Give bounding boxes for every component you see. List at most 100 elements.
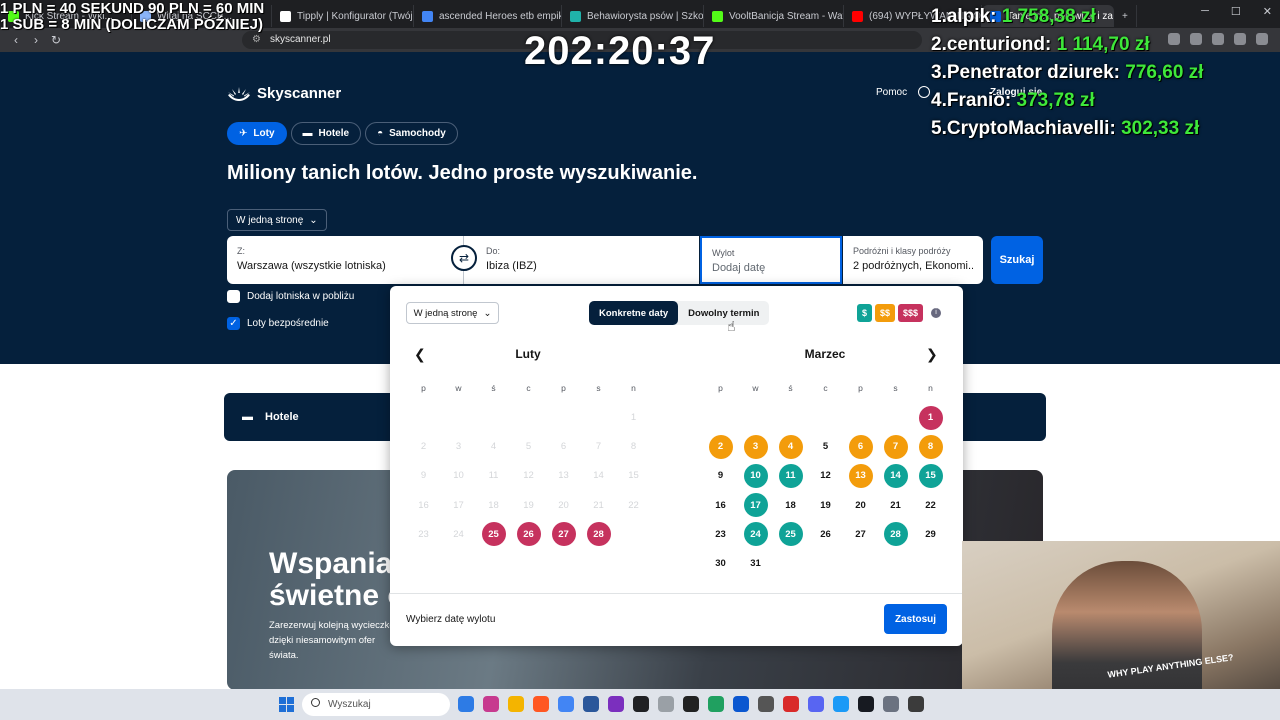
taskbar-app-icon[interactable] <box>908 696 924 712</box>
calendar-day[interactable]: 6 <box>843 432 878 461</box>
taskbar-app-icon[interactable] <box>583 696 599 712</box>
calendar-day[interactable]: 13 <box>843 461 878 490</box>
calendar-empty-cell <box>773 549 808 578</box>
maximize-icon[interactable]: ☐ <box>1231 5 1241 18</box>
calendar-day[interactable]: 15 <box>913 461 948 490</box>
taskbar-app-icon[interactable] <box>483 696 499 712</box>
calendar-day[interactable]: 8 <box>913 432 948 461</box>
calendar-day[interactable]: 4 <box>773 432 808 461</box>
calendar-day[interactable]: 25 <box>476 520 511 549</box>
skyscanner-logo[interactable]: Skyscanner <box>227 85 341 102</box>
reload-icon[interactable]: ↻ <box>46 33 66 47</box>
calendar-day[interactable]: 31 <box>738 549 773 578</box>
price-legend-badge: $$$ <box>898 304 924 322</box>
calendar-day[interactable]: 27 <box>546 520 581 549</box>
calendar-day[interactable]: 14 <box>878 461 913 490</box>
taskbar-app-icon[interactable] <box>508 696 524 712</box>
taskbar-app-icon[interactable] <box>733 696 749 712</box>
close-icon[interactable]: ✕ <box>1263 5 1272 18</box>
calendar-day[interactable]: 2 <box>703 432 738 461</box>
back-icon[interactable]: ‹ <box>6 33 26 47</box>
taskbar-app-icon[interactable] <box>883 696 899 712</box>
calendar-day[interactable]: 1 <box>913 403 948 432</box>
checkbox-checked[interactable]: ✓ <box>227 317 240 330</box>
extension-icon[interactable] <box>1234 33 1246 45</box>
extension-icon[interactable] <box>1256 33 1268 45</box>
help-link[interactable]: Pomoc <box>876 87 907 98</box>
calendar-day[interactable]: 28 <box>581 520 616 549</box>
specific-dates-button[interactable]: Konkretne daty <box>589 301 679 325</box>
swap-airports-button[interactable]: ⇄ <box>451 245 477 271</box>
travellers-field[interactable]: Podróżni i klasy podróży 2 podróżnych, E… <box>843 236 983 284</box>
calendar-trip-type-select[interactable]: W jedną stronę ⌄ <box>406 302 499 324</box>
calendar-day[interactable]: 24 <box>738 520 773 549</box>
browser-tab[interactable]: Tipply | Konfigurator (Twój cel) <box>272 5 414 27</box>
calendar-day[interactable]: 26 <box>808 520 843 549</box>
calendar-day[interactable]: 10 <box>738 461 773 490</box>
calendar-day[interactable]: 21 <box>878 491 913 520</box>
calendar-day[interactable]: 16 <box>703 491 738 520</box>
info-icon[interactable]: i <box>931 308 942 318</box>
checkbox-unchecked[interactable] <box>227 290 240 303</box>
calendar-day[interactable]: 3 <box>738 432 773 461</box>
taskbar-app-icon[interactable] <box>783 696 799 712</box>
search-button[interactable]: Szukaj <box>991 236 1043 284</box>
extension-icon[interactable] <box>1212 33 1224 45</box>
tab-flights[interactable]: ✈ Loty <box>227 122 287 145</box>
site-info-icon[interactable]: ⚙ <box>252 31 261 49</box>
calendar-day[interactable]: 9 <box>703 461 738 490</box>
taskbar-app-icon[interactable] <box>683 696 699 712</box>
calendar-day[interactable]: 19 <box>808 491 843 520</box>
taskbar-app-icon[interactable] <box>658 696 674 712</box>
browser-tab[interactable]: ascended Heroes etb empik - S <box>414 5 562 27</box>
tab-hotels[interactable]: ▬ Hotele <box>290 122 362 145</box>
destination-field[interactable]: Do: Ibiza (IBZ) <box>463 236 699 284</box>
apply-button[interactable]: Zastosuj <box>884 604 947 634</box>
origin-field[interactable]: Z: Warszawa (wszystkie lotniska) <box>227 236 463 284</box>
leaderboard-donor: 3.Penetrator dziurek: <box>931 62 1126 83</box>
calendar-day[interactable]: 23 <box>703 520 738 549</box>
calendar-day[interactable]: 5 <box>808 432 843 461</box>
depart-date-field[interactable]: Wylot Dodaj datę <box>700 236 842 284</box>
taskbar-app-icon[interactable] <box>758 696 774 712</box>
taskbar-app-icon[interactable] <box>858 696 874 712</box>
direct-flights-checkbox[interactable]: ✓ Loty bezpośrednie <box>227 317 329 330</box>
taskbar-app-icon[interactable] <box>558 696 574 712</box>
chevron-down-icon: ⌄ <box>483 307 492 319</box>
taskbar-app-icon[interactable] <box>533 696 549 712</box>
day-number: 17 <box>743 493 768 518</box>
calendar-day[interactable]: 18 <box>773 491 808 520</box>
calendar-day[interactable]: 27 <box>843 520 878 549</box>
price-legend: $ $$ $$$ i <box>857 304 942 322</box>
calendar-day[interactable]: 20 <box>843 491 878 520</box>
windows-start-icon[interactable] <box>279 697 294 712</box>
taskbar-app-icon[interactable] <box>833 696 849 712</box>
taskbar-app-icon[interactable] <box>708 696 724 712</box>
calendar-day[interactable]: 12 <box>808 461 843 490</box>
calendar-day[interactable]: 30 <box>703 549 738 578</box>
flexible-dates-button[interactable]: Dowolny termin <box>678 301 769 325</box>
trip-type-select[interactable]: W jedną stronę ⌄ <box>227 209 327 231</box>
taskbar-app-icon[interactable] <box>633 696 649 712</box>
weekday-label: s <box>596 383 601 393</box>
taskbar-app-icon[interactable] <box>808 696 824 712</box>
taskbar-app-icon[interactable] <box>608 696 624 712</box>
nearby-airports-checkbox[interactable]: Dodaj lotniska w pobliżu <box>227 290 354 303</box>
calendar-day[interactable]: 22 <box>913 491 948 520</box>
taskbar-search-box[interactable]: Wyszukaj <box>302 693 450 716</box>
day-number: 28 <box>883 522 908 547</box>
calendar-day[interactable]: 11 <box>773 461 808 490</box>
calendar-day[interactable]: 7 <box>878 432 913 461</box>
day-number: 3 <box>455 441 462 453</box>
calendar-day[interactable]: 17 <box>738 491 773 520</box>
calendar-day[interactable]: 25 <box>773 520 808 549</box>
browser-tab[interactable]: Behawiorysta psów | Szkolenie <box>562 5 704 27</box>
calendar-day[interactable]: 26 <box>511 520 546 549</box>
tab-car-hire[interactable]: ◓ Samochody <box>365 122 458 145</box>
globe-icon[interactable] <box>918 86 930 98</box>
calendar-day[interactable]: 29 <box>913 520 948 549</box>
calendar-day[interactable]: 28 <box>878 520 913 549</box>
forward-icon[interactable]: › <box>26 33 46 47</box>
browser-tab[interactable]: VooltBanicja Stream - Watch Li <box>704 5 844 27</box>
taskbar-app-icon[interactable] <box>458 696 474 712</box>
